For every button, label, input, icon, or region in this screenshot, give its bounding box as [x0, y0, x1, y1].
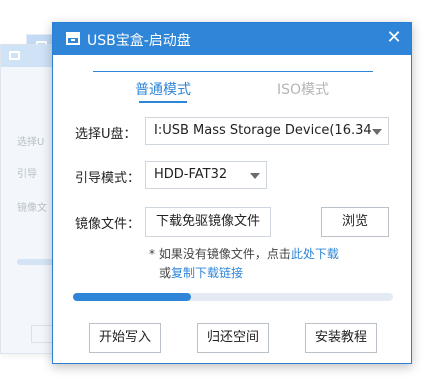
boot-mode-value: HDD-FAT32 — [154, 167, 228, 182]
close-icon[interactable]: ✕ — [385, 29, 403, 47]
note-middle: 或 — [159, 266, 172, 280]
boot-mode-label: 引导模式： — [75, 171, 141, 186]
usb-device-select[interactable]: I:USB Mass Storage Device(16.34 — [145, 117, 389, 145]
tab-divider — [93, 71, 373, 72]
download-image-button[interactable]: 下载免驱镜像文件 — [145, 207, 271, 237]
usb-box-icon — [9, 51, 20, 60]
progress-bar — [73, 293, 393, 301]
background-label: 镜像文 — [17, 203, 47, 214]
chevron-down-icon — [372, 129, 382, 135]
background-label: 引导 — [17, 169, 37, 180]
boot-mode-select[interactable]: HDD-FAT32 — [145, 161, 267, 189]
image-file-label: 镜像文件： — [75, 217, 141, 232]
install-tutorial-button[interactable]: 安装教程 — [305, 323, 377, 353]
download-note: * 如果没有镜像文件，点击此处下载 或复制下载链接 — [149, 245, 339, 283]
active-tab-indicator — [139, 101, 187, 103]
progress-fill — [73, 293, 192, 301]
download-here-link[interactable]: 此处下载 — [291, 247, 339, 261]
title-bar[interactable]: USB宝盒-启动盘 ✕ — [53, 23, 411, 55]
main-window: USB宝盒-启动盘 ✕ 普通模式 ISO模式 选择U盘： I:USB Mass … — [52, 22, 412, 364]
tab-iso-mode[interactable]: ISO模式 — [233, 79, 373, 99]
note-prefix: * 如果没有镜像文件，点击 — [149, 247, 291, 261]
copy-download-link[interactable]: 复制下载链接 — [171, 266, 243, 280]
window-title: USB宝盒-启动盘 — [87, 33, 191, 49]
usb-select-label: 选择U盘： — [75, 127, 137, 142]
background-label: 选择U — [17, 137, 45, 148]
chevron-down-icon — [250, 173, 260, 179]
start-write-button[interactable]: 开始写入 — [89, 323, 161, 353]
browse-button[interactable]: 浏览 — [321, 207, 389, 237]
tab-normal-mode[interactable]: 普通模式 — [93, 79, 233, 99]
mode-tabs: 普通模式 ISO模式 — [93, 71, 373, 103]
usb-box-logo-icon — [66, 32, 80, 45]
background-window: 选择U 引导 镜像文 — [0, 44, 61, 354]
restore-space-button[interactable]: 归还空间 — [197, 323, 269, 353]
usb-device-value: I:USB Mass Storage Device(16.34 — [154, 123, 372, 138]
